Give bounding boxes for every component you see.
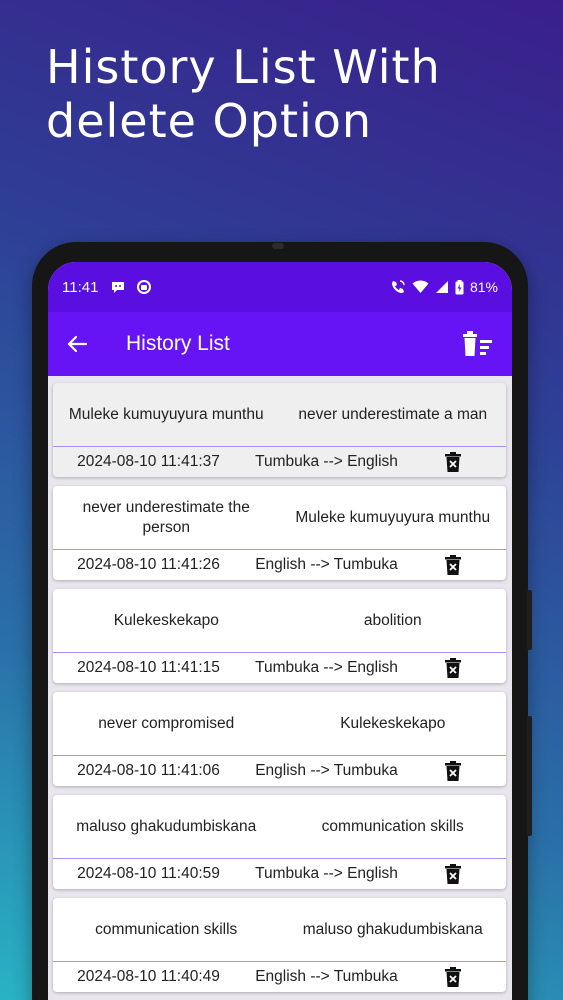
source-text: never underestimate the person [82, 498, 250, 536]
translation-pair: Kulekeskekapo abolition [53, 589, 506, 652]
history-card: never compromised Kulekeskekapo 2024-08-… [53, 692, 506, 786]
phone-side-button-upper [527, 590, 532, 650]
translation-pair: Muleke kumuyuyura munthu never underesti… [53, 383, 506, 446]
translation-pair: maluso ghakudumbiskana communication ski… [53, 795, 506, 858]
history-date: 2024-08-10 11:41:15 [77, 659, 220, 676]
battery-percentage: 81% [469, 279, 498, 295]
source-text: Kulekeskekapo [113, 611, 219, 629]
delete-icon[interactable] [445, 967, 461, 987]
delete-icon[interactable] [445, 452, 461, 472]
history-date: 2024-08-10 11:41:26 [77, 556, 220, 573]
status-bar: 11:41 81% [48, 262, 512, 312]
translation-pair: communication skills maluso ghakudumbisk… [53, 898, 506, 961]
history-date: 2024-08-10 11:40:49 [77, 968, 220, 985]
arrow-left-icon[interactable] [66, 333, 88, 355]
wifi-call-icon [390, 279, 406, 295]
translation-direction: Tumbuka --> English [255, 453, 398, 470]
chat-bubble-icon [110, 279, 126, 295]
phone-screen: 11:41 81% History List Muleke kumuyuyura… [48, 262, 512, 1000]
signal-icon [435, 280, 449, 294]
translation-pair: never compromised Kulekeskekapo [53, 692, 506, 755]
translation-direction: English --> Tumbuka [255, 556, 398, 573]
source-text: communication skills [95, 920, 238, 938]
promo-headline-line-1: History List With [46, 40, 441, 94]
promo-headline: History List With delete Option [46, 40, 441, 148]
page-title: History List [126, 332, 230, 355]
history-meta: 2024-08-10 11:41:37 Tumbuka --> English [53, 446, 506, 477]
translation-pair: never underestimate the person Muleke ku… [53, 486, 506, 549]
translation-direction: English --> Tumbuka [255, 968, 398, 985]
source-text: Muleke kumuyuyura munthu [68, 405, 264, 423]
history-card: never underestimate the person Muleke ku… [53, 486, 506, 580]
history-meta: 2024-08-10 11:40:49 English --> Tumbuka [53, 961, 506, 992]
target-text: maluso ghakudumbiskana [302, 920, 483, 938]
app-status-icon [136, 279, 152, 295]
history-meta: 2024-08-10 11:41:15 Tumbuka --> English [53, 652, 506, 683]
status-time: 11:41 [62, 278, 99, 296]
history-date: 2024-08-10 11:40:59 [77, 865, 220, 882]
history-date: 2024-08-10 11:41:06 [77, 762, 220, 779]
wifi-icon [412, 280, 429, 294]
history-card: communication skills maluso ghakudumbisk… [53, 898, 506, 992]
translation-direction: Tumbuka --> English [255, 659, 398, 676]
delete-sweep-icon[interactable] [462, 330, 494, 358]
history-card: Kulekeskekapo abolition 2024-08-10 11:41… [53, 589, 506, 683]
app-bar: History List [48, 312, 512, 376]
target-text: abolition [363, 611, 422, 629]
promo-headline-line-2: delete Option [46, 94, 373, 148]
delete-icon[interactable] [445, 658, 461, 678]
history-date: 2024-08-10 11:41:37 [77, 453, 220, 470]
history-card: maluso ghakudumbiskana communication ski… [53, 795, 506, 889]
target-text: Muleke kumuyuyura munthu [295, 508, 491, 526]
battery-icon [455, 279, 464, 295]
delete-icon[interactable] [445, 555, 461, 575]
history-meta: 2024-08-10 11:41:06 English --> Tumbuka [53, 755, 506, 786]
source-text: never compromised [98, 714, 235, 732]
source-text: maluso ghakudumbiskana [76, 817, 257, 835]
phone-side-button-lower [527, 716, 532, 836]
history-card: Muleke kumuyuyura munthu never underesti… [53, 383, 506, 477]
history-meta: 2024-08-10 11:41:26 English --> Tumbuka [53, 549, 506, 580]
translation-direction: Tumbuka --> English [255, 865, 398, 882]
delete-icon[interactable] [445, 864, 461, 884]
delete-icon[interactable] [445, 761, 461, 781]
history-meta: 2024-08-10 11:40:59 Tumbuka --> English [53, 858, 506, 889]
translation-direction: English --> Tumbuka [255, 762, 398, 779]
history-list: Muleke kumuyuyura munthu never underesti… [48, 376, 512, 992]
phone-camera [272, 243, 284, 249]
target-text: communication skills [321, 817, 464, 835]
target-text: Kulekeskekapo [340, 714, 446, 732]
target-text: never underestimate a man [298, 405, 488, 423]
